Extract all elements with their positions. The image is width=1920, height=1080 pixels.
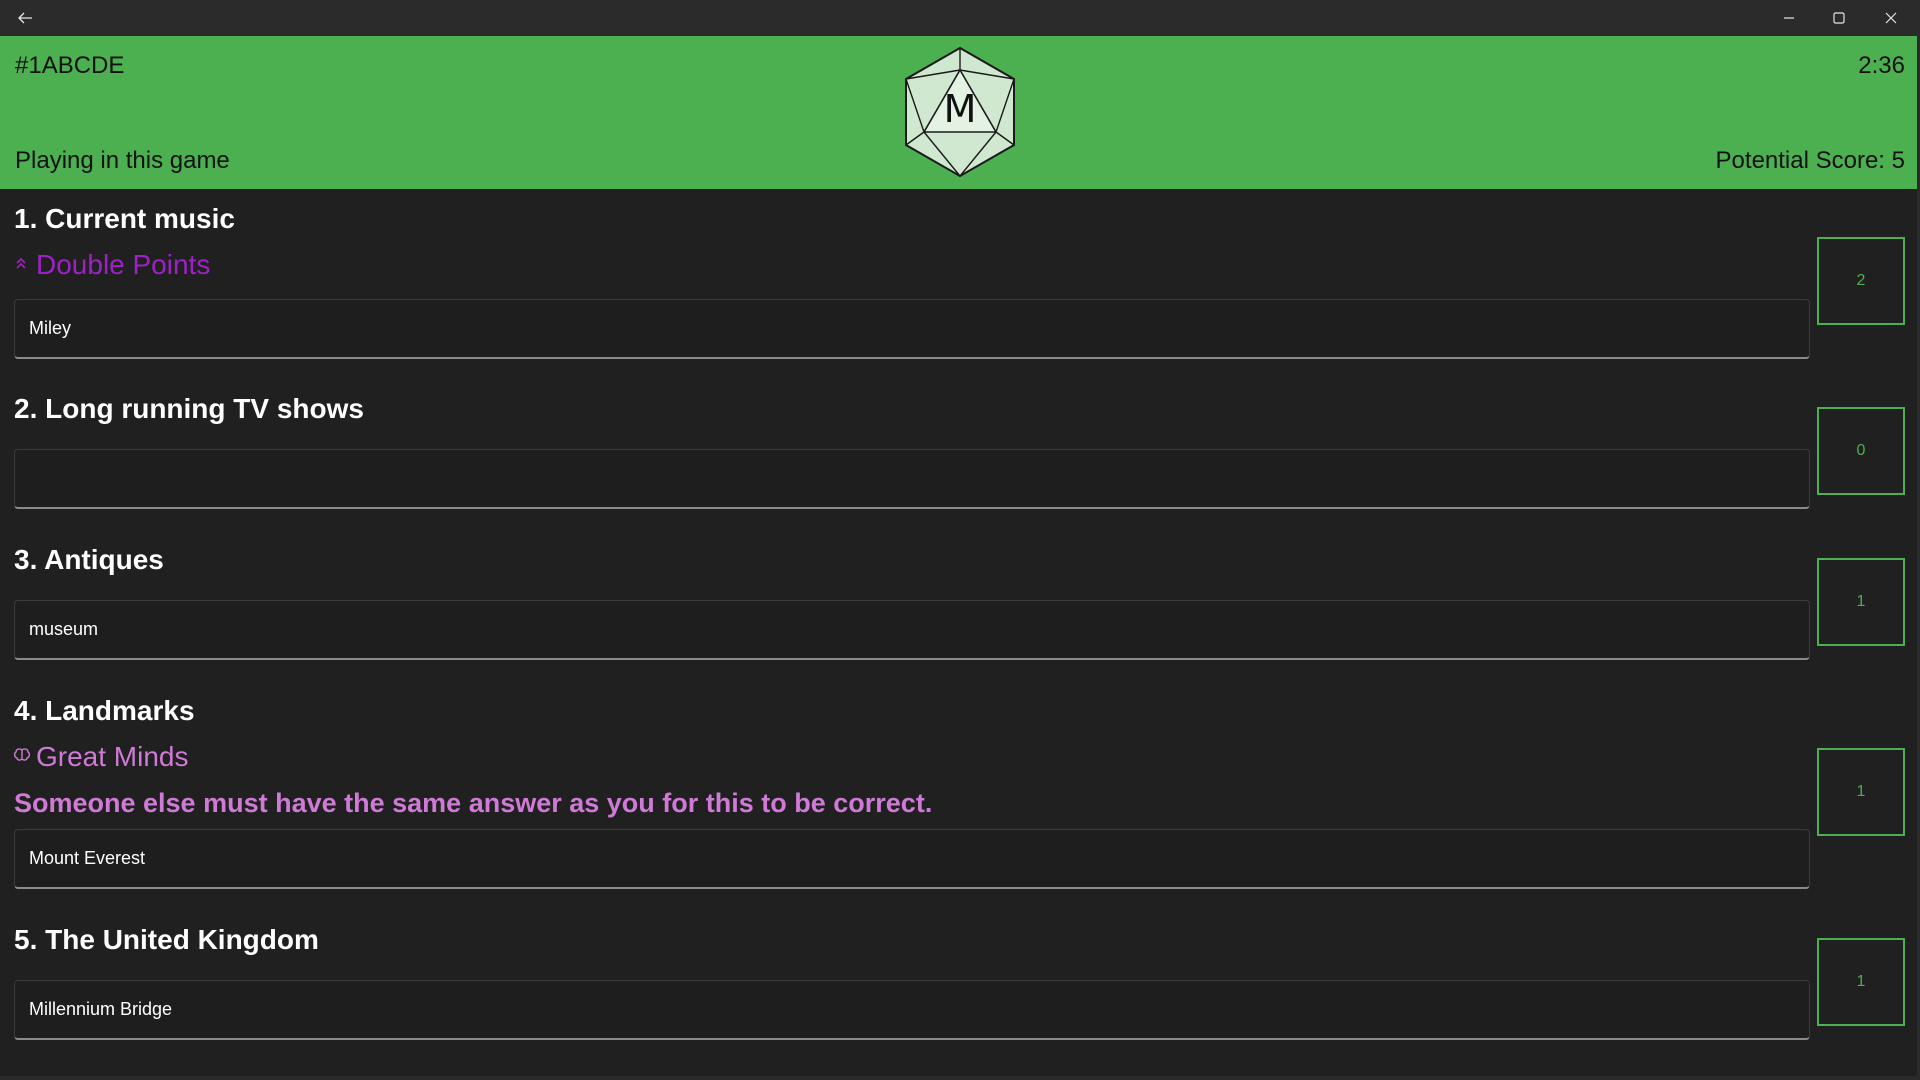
game-header: #1ABCDE Playing in this game 2:36 Potent… xyxy=(0,36,1920,189)
score-box: 2 xyxy=(1817,237,1905,325)
modifier-description: Someone else must have the same answer a… xyxy=(14,788,933,818)
potential-score: Potential Score: 5 xyxy=(1715,147,1905,174)
double-chevron-up-icon xyxy=(14,256,30,275)
player-status: Playing in this game xyxy=(15,147,230,174)
logo-letter: M xyxy=(944,87,977,131)
question-title: 4. Landmarks xyxy=(14,695,195,726)
maximize-icon xyxy=(1833,12,1845,24)
game-code: #1ABCDE xyxy=(15,52,125,79)
answer-input[interactable]: museum xyxy=(14,600,1810,660)
answer-input[interactable]: Millennium Bridge xyxy=(14,980,1810,1040)
maximize-button[interactable] xyxy=(1816,0,1862,36)
question-title: 5. The United Kingdom xyxy=(14,924,319,955)
answer-input[interactable]: Mount Everest xyxy=(14,829,1810,889)
brain-icon xyxy=(13,747,31,767)
modifier-label: Double Points xyxy=(36,249,211,280)
score-box: 1 xyxy=(1817,558,1905,646)
score-box: 0 xyxy=(1817,407,1905,495)
modifier-double-points: Double Points xyxy=(14,249,210,281)
countdown-timer: 2:36 xyxy=(1858,52,1905,79)
d20-dice-icon: M xyxy=(900,46,1020,178)
question-title: 1. Current music xyxy=(14,203,235,234)
minimize-button[interactable] xyxy=(1766,0,1812,36)
question-title: 3. Antiques xyxy=(14,544,164,575)
arrow-left-icon xyxy=(18,12,32,24)
minimize-icon xyxy=(1784,17,1794,19)
close-icon xyxy=(1885,12,1897,24)
score-box: 1 xyxy=(1817,748,1905,836)
modifier-great-minds: Great Minds xyxy=(13,741,189,773)
modifier-label: Great Minds xyxy=(36,741,189,772)
close-button[interactable] xyxy=(1868,0,1914,36)
title-bar xyxy=(0,0,1920,36)
window-border-bottom xyxy=(0,1076,1920,1080)
answer-input[interactable] xyxy=(14,449,1810,509)
score-box: 1 xyxy=(1817,938,1905,1026)
question-title: 2. Long running TV shows xyxy=(14,393,364,424)
back-button[interactable] xyxy=(2,0,48,36)
answer-input[interactable]: Miley xyxy=(14,299,1810,359)
